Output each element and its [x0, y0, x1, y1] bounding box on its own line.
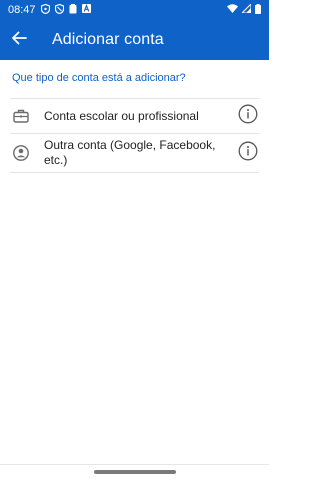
nav-divider — [0, 464, 269, 465]
clipboard-icon — [69, 3, 77, 17]
option-label: Conta escolar ou profissional — [44, 108, 199, 123]
option-other-account[interactable]: Outra conta (Google, Facebook, etc.) — [10, 134, 259, 172]
account-type-prompt: Que tipo de conta está a adicionar? — [12, 72, 186, 84]
status-bar: 08:47 — [0, 0, 269, 20]
briefcase-icon — [10, 109, 32, 123]
home-gesture-bar[interactable] — [94, 470, 176, 474]
app-bar: Adicionar conta — [0, 20, 269, 60]
back-button[interactable] — [0, 20, 38, 60]
status-time: 08:47 — [8, 4, 36, 16]
divider — [10, 172, 259, 173]
info-button[interactable] — [237, 141, 259, 166]
info-icon — [238, 104, 258, 129]
page-title: Adicionar conta — [52, 31, 164, 48]
option-label: Outra conta (Google, Facebook, etc.) — [44, 138, 216, 167]
option-work-school-account[interactable]: Conta escolar ou profissional — [10, 99, 259, 133]
screen: 08:47 Adicionar conta Que tipo de conta … — [0, 0, 269, 480]
arrow-left-icon — [11, 31, 27, 50]
shield-icon — [40, 3, 50, 17]
a-box-icon — [81, 3, 91, 16]
battery-icon — [255, 3, 261, 17]
info-button[interactable] — [237, 104, 259, 129]
signal-icon — [240, 2, 252, 16]
status-right-group — [227, 2, 261, 17]
info-icon — [238, 141, 258, 166]
shield-check-icon — [54, 3, 64, 17]
account-circle-icon — [10, 145, 32, 161]
wifi-icon — [227, 4, 238, 16]
